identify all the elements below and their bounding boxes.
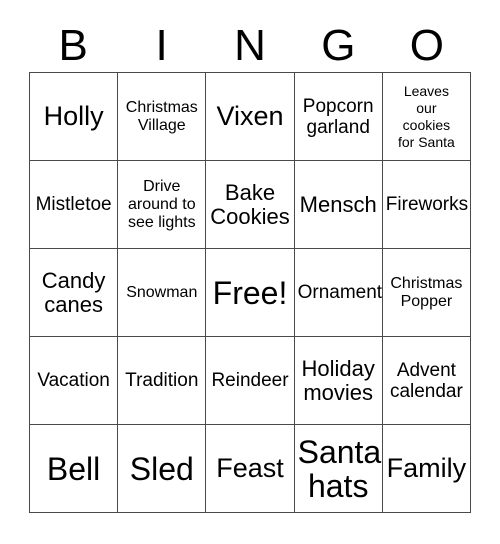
bingo-cell[interactable]: Mensch: [294, 161, 383, 249]
bingo-cell-label: Feast: [216, 453, 284, 483]
bingo-cell[interactable]: Fireworks: [382, 161, 471, 249]
bingo-cell[interactable]: Christmas Village: [118, 73, 207, 161]
bingo-cell-label: Bake Cookies: [210, 179, 290, 229]
bingo-cell-label: Bell: [46, 450, 101, 487]
header-letter-g: G: [321, 21, 356, 70]
bingo-cell-label: Christmas Popper: [390, 274, 463, 310]
bingo-cell[interactable]: Sled: [118, 425, 207, 513]
bingo-cell[interactable]: Feast: [206, 425, 295, 513]
bingo-cell[interactable]: Leaves our cookies for Santa: [382, 73, 471, 161]
bingo-grid: Holly Christmas Village Vixen Popcorn ga…: [29, 72, 471, 513]
bingo-cell-label: Fireworks: [385, 194, 469, 215]
bingo-cell-label: Free!: [212, 274, 288, 311]
header-letter-b: B: [58, 21, 88, 70]
bingo-cell[interactable]: Holly: [30, 73, 119, 161]
bingo-cell[interactable]: Mistletoe: [30, 161, 119, 249]
header-letter-o: O: [409, 21, 444, 70]
bingo-cell-label: Vixen: [216, 101, 284, 131]
bingo-cell-label: Santa hats: [297, 433, 382, 504]
bingo-cell-label: Holiday movies: [301, 355, 375, 405]
bingo-cell-label: Ornament: [297, 282, 383, 303]
bingo-cell-label: Christmas Village: [125, 98, 198, 134]
bingo-cell-label: Candy canes: [41, 267, 106, 317]
bingo-cell-label: Drive around to see lights: [127, 177, 196, 231]
bingo-cell[interactable]: Tradition: [118, 337, 207, 425]
bingo-cell-label: Mistletoe: [35, 194, 112, 215]
bingo-cell-label: Popcorn garland: [302, 95, 374, 138]
bingo-cell-label: Vacation: [37, 370, 110, 391]
bingo-cell-label: Snowman: [126, 283, 198, 301]
bingo-cell[interactable]: Christmas Popper: [382, 249, 471, 337]
bingo-cell[interactable]: Santa hats: [294, 425, 383, 513]
bingo-cell[interactable]: Bell: [30, 425, 119, 513]
bingo-cell-label: Advent calendar: [389, 359, 463, 402]
bingo-cell-label: Mensch: [299, 191, 377, 217]
bingo-cell-label: Leaves our cookies for Santa: [397, 82, 455, 150]
bingo-cell-label: Holly: [43, 101, 104, 131]
bingo-cell[interactable]: Vixen: [206, 73, 295, 161]
bingo-cell[interactable]: Reindeer: [206, 337, 295, 425]
bingo-header: B I N G O: [29, 18, 471, 68]
bingo-cell[interactable]: Holiday movies: [294, 337, 383, 425]
bingo-cell-label: Tradition: [125, 370, 199, 391]
bingo-cell[interactable]: Bake Cookies: [206, 161, 295, 249]
bingo-cell-label: Reindeer: [211, 370, 289, 391]
bingo-cell-label: Sled: [129, 450, 194, 487]
bingo-cell-free[interactable]: Free!: [206, 249, 295, 337]
bingo-card: B I N G O Holly Christmas Village Vixen …: [0, 0, 500, 544]
bingo-cell[interactable]: Advent calendar: [382, 337, 471, 425]
bingo-cell[interactable]: Popcorn garland: [294, 73, 383, 161]
bingo-cell[interactable]: Vacation: [30, 337, 119, 425]
bingo-cell[interactable]: Ornament: [294, 249, 383, 337]
header-letter-i: I: [155, 21, 168, 70]
bingo-cell-label: Family: [386, 453, 467, 483]
bingo-cell[interactable]: Snowman: [118, 249, 207, 337]
bingo-cell[interactable]: Drive around to see lights: [118, 161, 207, 249]
bingo-cell[interactable]: Candy canes: [30, 249, 119, 337]
header-letter-n: N: [234, 21, 266, 70]
bingo-cell[interactable]: Family: [382, 425, 471, 513]
